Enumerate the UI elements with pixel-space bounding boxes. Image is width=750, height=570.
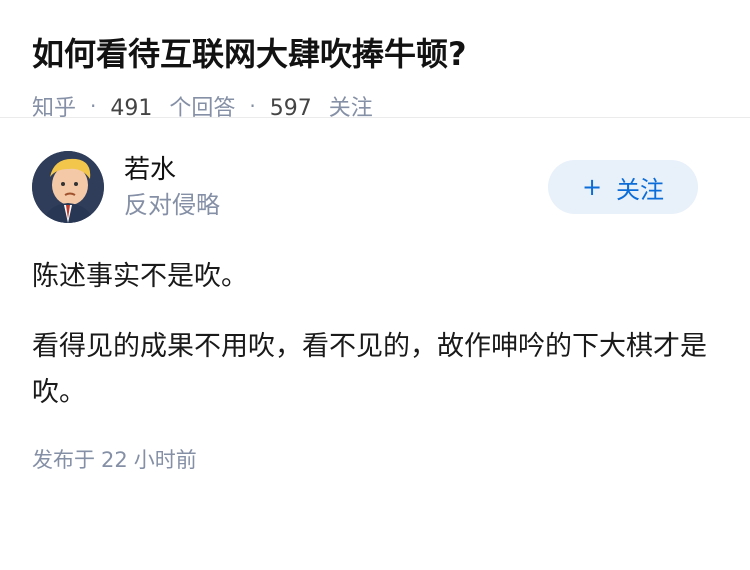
answers-count-value: 491 bbox=[110, 96, 153, 121]
avatar[interactable] bbox=[32, 151, 104, 223]
author-name[interactable]: 若水 bbox=[124, 153, 220, 187]
question-title[interactable]: 如何看待互联网大肆吹捧牛顿? bbox=[32, 32, 718, 76]
plus-icon: + bbox=[581, 173, 603, 201]
answer-paragraph: 陈述事实不是吹。 bbox=[32, 261, 248, 292]
follow-count-label: 关注 bbox=[328, 96, 373, 121]
answer-content[interactable]: 陈述事实不是吹。 看得见的成果不用吹，看不见的，故作呻吟的下大棋才是吹。 bbox=[32, 254, 718, 416]
author-row: 若水 反对侵略 + 关注 bbox=[32, 150, 718, 224]
follow-author-button[interactable]: + 关注 bbox=[548, 160, 698, 214]
avatar-image bbox=[32, 151, 104, 223]
author-bio: 反对侵略 bbox=[124, 191, 220, 219]
separator-dot: · bbox=[249, 94, 256, 118]
published-prefix: 发布于 bbox=[32, 448, 95, 472]
source-label[interactable]: 知乎 bbox=[32, 90, 76, 122]
published-num: 22 bbox=[101, 448, 128, 472]
follow-count: 597 关注 bbox=[270, 90, 373, 122]
answer-card: 若水 反对侵略 + 关注 陈述事实不是吹。 看得见的成果不用吹，看不见的，故作呻… bbox=[0, 118, 750, 474]
published-suffix: 小时前 bbox=[133, 448, 197, 472]
follow-count-value: 597 bbox=[269, 96, 312, 121]
question-header: 如何看待互联网大肆吹捧牛顿? 知乎 · 491 个回答 · 597 关注 bbox=[0, 0, 750, 121]
published-time: 发布于 22 小时前 bbox=[32, 444, 718, 474]
answer-paragraph: 看得见的成果不用吹，看不见的，故作呻吟的下大棋才是吹。 bbox=[32, 331, 707, 408]
answers-count[interactable]: 491 个回答 bbox=[110, 90, 235, 122]
separator-dot: · bbox=[90, 94, 97, 118]
answers-count-label: 个回答 bbox=[169, 96, 236, 121]
follow-button-label: 关注 bbox=[616, 175, 665, 204]
author-info: 若水 反对侵略 bbox=[124, 153, 220, 221]
